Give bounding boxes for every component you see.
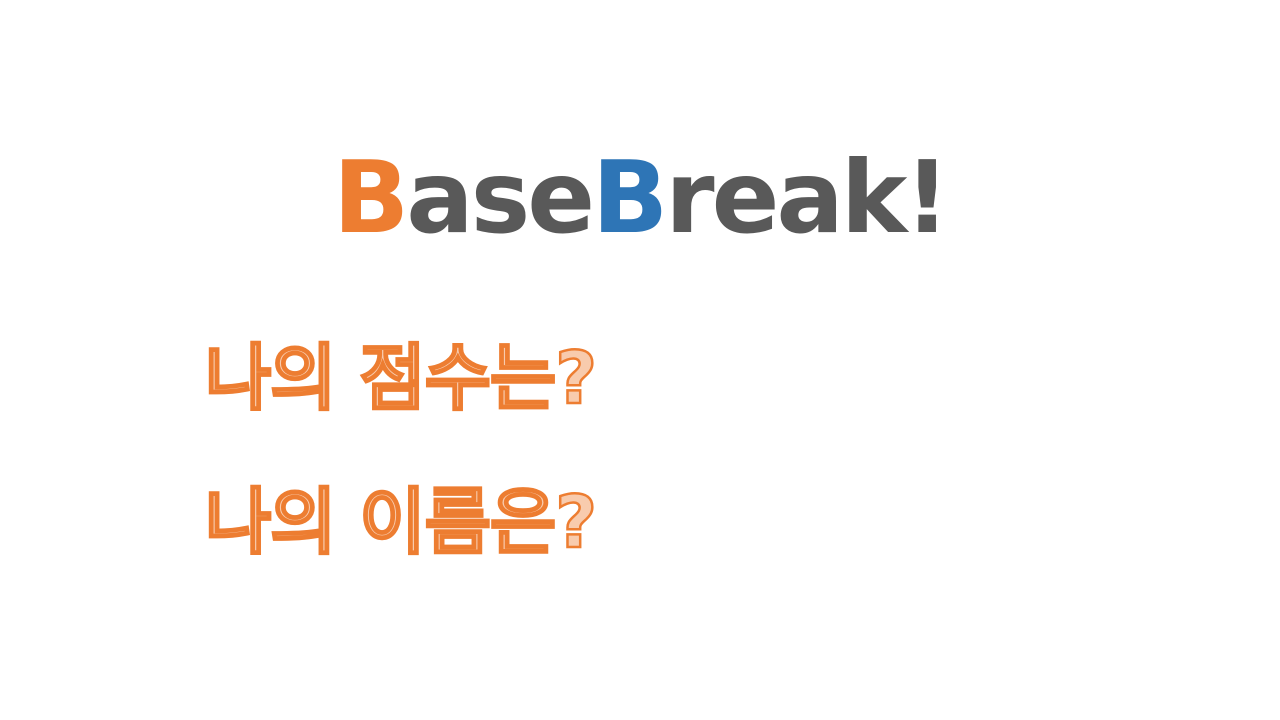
name-prompt: 나의 이름은?: [204, 479, 599, 566]
logo-text-break: reak!: [665, 139, 950, 256]
score-prompt: 나의 점수는?: [204, 335, 599, 422]
logo-initial-base: B: [332, 139, 409, 256]
logo-text-base: ase: [406, 139, 595, 256]
title-screen: BaseBreak! 나의 점수는? 나의 이름은?: [0, 0, 1280, 720]
logo-initial-break: B: [592, 139, 668, 256]
game-logo: BaseBreak!: [0, 138, 1280, 258]
